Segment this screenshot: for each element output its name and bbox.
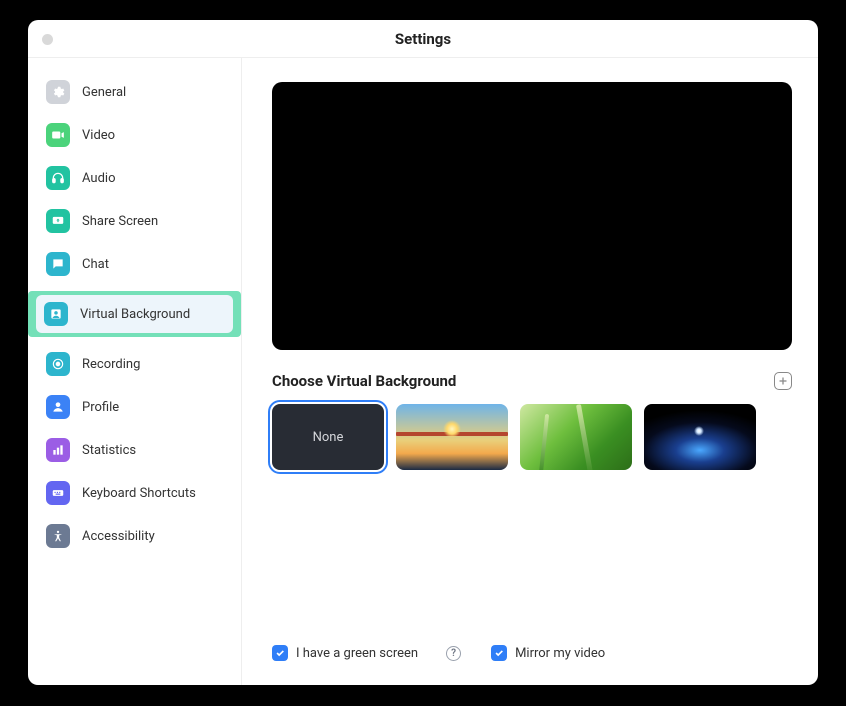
footer-options: I have a green screen ? Mirror my video	[272, 645, 792, 667]
sidebar-item-label: Share Screen	[82, 214, 158, 229]
mirror-video-checkbox[interactable]: Mirror my video	[491, 645, 605, 661]
choose-background-label: Choose Virtual Background	[272, 372, 456, 390]
sidebar-item-general[interactable]: General	[32, 76, 237, 108]
gear-icon	[46, 80, 70, 104]
sidebar-item-video[interactable]: Video	[32, 119, 237, 151]
green-screen-label: I have a green screen	[296, 646, 418, 661]
statistics-icon	[46, 438, 70, 462]
sidebar-item-virtual-background[interactable]: Virtual Background	[28, 291, 241, 337]
sidebar-item-label: Virtual Background	[80, 307, 190, 322]
sidebar-item-profile[interactable]: Profile	[32, 391, 237, 423]
sidebar-item-share-screen[interactable]: Share Screen	[32, 205, 237, 237]
content-area: General Video Audio Share Screen	[28, 58, 818, 685]
video-preview	[272, 82, 792, 350]
sidebar-item-audio[interactable]: Audio	[32, 162, 237, 194]
window-controls	[42, 34, 53, 45]
help-icon[interactable]: ?	[446, 646, 461, 661]
traffic-light-close[interactable]	[42, 34, 53, 45]
window-title: Settings	[395, 30, 451, 48]
green-screen-checkbox[interactable]: I have a green screen	[272, 645, 418, 661]
mirror-video-label: Mirror my video	[515, 646, 605, 661]
background-thumb-space[interactable]	[644, 404, 756, 470]
sidebar-item-label: Profile	[82, 400, 119, 415]
background-thumb-grass[interactable]	[520, 404, 632, 470]
accessibility-icon	[46, 524, 70, 548]
thumb-none-label: None	[313, 430, 344, 445]
sidebar-item-chat[interactable]: Chat	[32, 248, 237, 280]
chat-icon	[46, 252, 70, 276]
sidebar-item-label: General	[82, 85, 126, 100]
headphones-icon	[46, 166, 70, 190]
sidebar-item-label: Video	[82, 128, 115, 143]
recording-icon	[46, 352, 70, 376]
titlebar: Settings	[28, 20, 818, 58]
main-panel: Choose Virtual Background None	[242, 58, 818, 685]
sidebar-item-recording[interactable]: Recording	[32, 348, 237, 380]
sidebar-item-label: Audio	[82, 171, 115, 186]
checkbox-checked-icon	[491, 645, 507, 661]
sidebar-item-statistics[interactable]: Statistics	[32, 434, 237, 466]
video-icon	[46, 123, 70, 147]
virtual-background-icon	[44, 302, 68, 326]
keyboard-icon	[46, 481, 70, 505]
sidebar-item-label: Keyboard Shortcuts	[82, 486, 196, 501]
background-grid: None	[272, 404, 792, 470]
add-background-button[interactable]	[774, 372, 792, 390]
settings-window: Settings General Video Audio	[28, 20, 818, 685]
background-thumb-bridge[interactable]	[396, 404, 508, 470]
share-screen-icon	[46, 209, 70, 233]
background-thumb-none[interactable]: None	[272, 404, 384, 470]
sidebar-item-label: Statistics	[82, 443, 136, 458]
sidebar-item-label: Recording	[82, 357, 140, 372]
sidebar-item-keyboard-shortcuts[interactable]: Keyboard Shortcuts	[32, 477, 237, 509]
sidebar-item-label: Accessibility	[82, 529, 155, 544]
profile-icon	[46, 395, 70, 419]
choose-background-header: Choose Virtual Background	[272, 372, 792, 390]
sidebar-item-accessibility[interactable]: Accessibility	[32, 520, 237, 552]
sidebar: General Video Audio Share Screen	[28, 58, 242, 685]
checkbox-checked-icon	[272, 645, 288, 661]
sidebar-item-label: Chat	[82, 257, 109, 272]
